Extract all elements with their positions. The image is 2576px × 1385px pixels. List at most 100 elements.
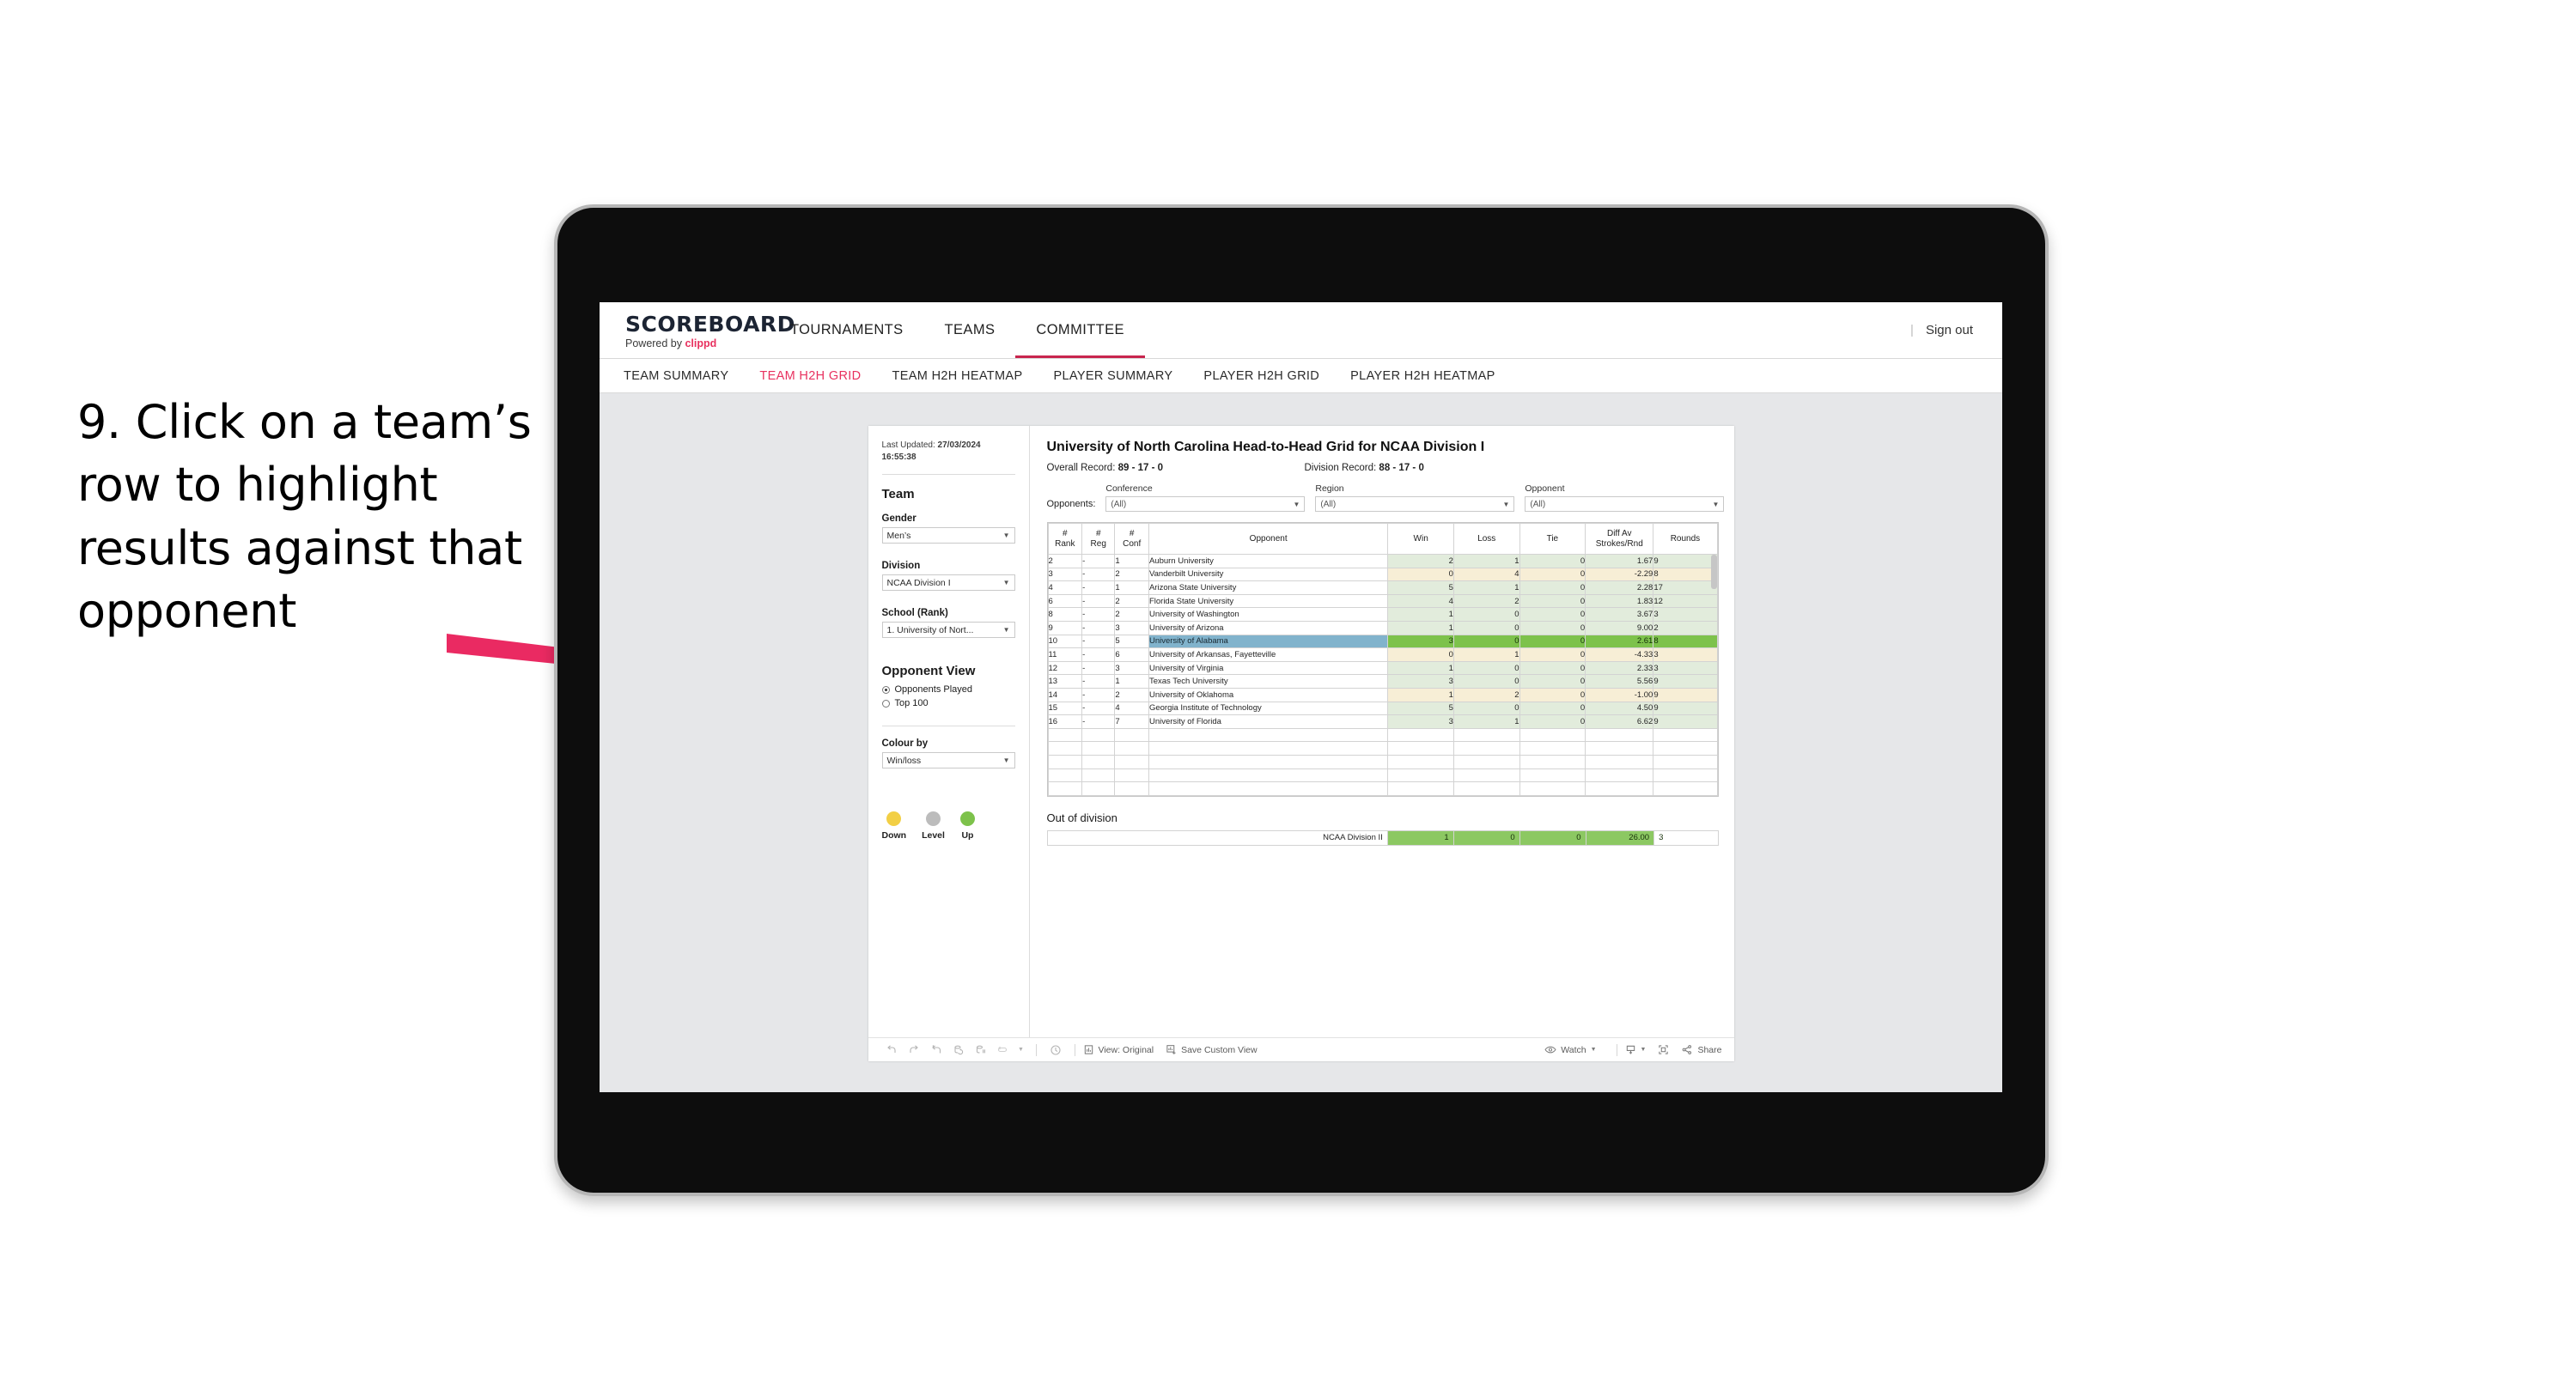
legend-label-down: Down bbox=[881, 830, 907, 841]
out-of-division-row[interactable]: NCAA Division II 1 0 0 26.00 3 bbox=[1046, 829, 1719, 846]
school-rank-select-value: 1. University of Nort... bbox=[886, 624, 974, 635]
table-row[interactable]: 9-3 University of Arizona 1 0 0 9.00 2 bbox=[1047, 620, 1718, 635]
division-select[interactable]: NCAA Division I ▼ bbox=[881, 574, 1015, 591]
cell-empty bbox=[1081, 727, 1116, 743]
legend-item-level: Level bbox=[922, 811, 945, 841]
cell-rank: 4 bbox=[1047, 580, 1083, 595]
table-row[interactable]: 12-3 University of Virginia 1 0 0 2.33 3 bbox=[1047, 660, 1718, 676]
col-opponent[interactable]: Opponent bbox=[1148, 523, 1389, 555]
cell-rounds: 9 bbox=[1653, 714, 1718, 729]
cell-rounds: 17 bbox=[1653, 580, 1718, 595]
pause-auto-update-icon[interactable] bbox=[992, 1044, 1014, 1056]
table-row-empty bbox=[1047, 727, 1718, 743]
gender-select[interactable]: Men’s ▼ bbox=[881, 527, 1015, 544]
table-row[interactable]: 16-7 University of Florida 3 1 0 6.62 9 bbox=[1047, 714, 1718, 729]
table-row[interactable]: 14-2 University of Oklahoma 1 2 0 -1.00 9 bbox=[1047, 687, 1718, 702]
legend-dot-down-icon bbox=[886, 811, 902, 826]
cell-opponent: Texas Tech University bbox=[1148, 674, 1389, 689]
cell-loss: 0 bbox=[1452, 620, 1520, 635]
refresh-data-icon[interactable] bbox=[947, 1044, 970, 1056]
school-rank-select[interactable]: 1. University of Nort... ▼ bbox=[881, 622, 1015, 638]
sign-out-link[interactable]: Sign out bbox=[1926, 323, 1973, 337]
cell-win: 5 bbox=[1387, 701, 1454, 716]
filter-conference-select[interactable]: (All) ▼ bbox=[1105, 496, 1306, 512]
chevron-down-icon[interactable]: ▼ bbox=[1014, 1047, 1028, 1053]
nav-tab-committee[interactable]: COMMITTEE bbox=[1015, 302, 1145, 358]
share-button[interactable]: Share bbox=[1681, 1044, 1722, 1055]
table-row[interactable]: 6-2 Florida State University 4 2 0 1.83 12 bbox=[1047, 593, 1718, 609]
subnav-player-h2h-heatmap[interactable]: PLAYER H2H HEATMAP bbox=[1350, 369, 1495, 383]
ood-loss: 0 bbox=[1452, 829, 1520, 846]
legend-label-level: Level bbox=[922, 830, 945, 841]
cell-opponent: University of Arkansas, Fayetteville bbox=[1148, 647, 1389, 662]
chevron-down-icon: ▼ bbox=[1002, 756, 1010, 764]
cell-opponent: University of Alabama bbox=[1148, 634, 1389, 649]
filter-region-select[interactable]: (All) ▼ bbox=[1315, 496, 1515, 512]
table-row[interactable]: 10-5 University of Alabama 3 0 0 2.61 8 bbox=[1047, 634, 1718, 649]
subnav-team-summary[interactable]: TEAM SUMMARY bbox=[624, 369, 728, 383]
nav-tab-tournaments[interactable]: TOURNAMENTS bbox=[770, 302, 924, 358]
colour-by-select[interactable]: Win/loss ▼ bbox=[881, 752, 1015, 768]
chevron-down-icon: ▼ bbox=[1293, 500, 1300, 508]
radio-opponents-played[interactable]: Opponents Played bbox=[881, 684, 1015, 695]
cell-empty bbox=[1114, 741, 1149, 756]
col-loss[interactable]: Loss bbox=[1452, 523, 1520, 555]
col-conf[interactable]: # Conf bbox=[1114, 523, 1149, 555]
subnav-player-h2h-grid[interactable]: PLAYER H2H GRID bbox=[1203, 369, 1319, 383]
brand-logo[interactable]: SCOREBOARD Powered by clippd bbox=[600, 302, 795, 358]
save-custom-view-button[interactable]: Save Custom View bbox=[1166, 1044, 1258, 1055]
cell-empty bbox=[1519, 768, 1586, 783]
table-row-empty bbox=[1047, 781, 1718, 796]
cell-tie: 0 bbox=[1519, 580, 1586, 595]
pause-clock-icon[interactable] bbox=[1044, 1044, 1067, 1056]
cell-empty bbox=[1081, 754, 1116, 769]
brand-subtitle-prefix: Powered by bbox=[625, 337, 685, 349]
cell-empty bbox=[1585, 741, 1654, 756]
table-row[interactable]: 13-1 Texas Tech University 3 0 0 5.56 9 bbox=[1047, 674, 1718, 689]
filter-opponent-select[interactable]: (All) ▼ bbox=[1525, 496, 1725, 512]
cell-empty bbox=[1452, 727, 1520, 743]
view-original-button[interactable]: View: Original bbox=[1083, 1044, 1154, 1055]
team-section-heading: Team bbox=[881, 487, 915, 501]
table-row[interactable]: 3-2 Vanderbilt University 0 4 0 -2.29 8 bbox=[1047, 567, 1718, 582]
undo-icon[interactable] bbox=[880, 1044, 903, 1056]
subnav-team-h2h-grid[interactable]: TEAM H2H GRID bbox=[759, 369, 861, 383]
cell-diff: 2.28 bbox=[1585, 580, 1654, 595]
col-diff[interactable]: Diff Av Strokes/Rnd bbox=[1585, 523, 1654, 555]
cell-empty bbox=[1081, 741, 1116, 756]
ood-rounds: 3 bbox=[1653, 829, 1719, 846]
col-win[interactable]: Win bbox=[1387, 523, 1454, 555]
radio-top-100[interactable]: Top 100 bbox=[881, 698, 1015, 708]
brand-title: SCOREBOARD bbox=[625, 311, 795, 337]
table-row[interactable]: 11-6 University of Arkansas, Fayetteville… bbox=[1047, 647, 1718, 662]
fullscreen-button[interactable] bbox=[1658, 1044, 1669, 1055]
subnav-team-h2h-heatmap[interactable]: TEAM H2H HEATMAP bbox=[892, 369, 1023, 383]
table-row-empty bbox=[1047, 741, 1718, 756]
revert-icon[interactable] bbox=[925, 1044, 947, 1056]
col-rank[interactable]: # Rank bbox=[1047, 523, 1083, 555]
subnav-player-summary[interactable]: PLAYER SUMMARY bbox=[1053, 369, 1172, 383]
cell-loss: 0 bbox=[1452, 701, 1520, 716]
watch-button[interactable]: Watch ▼ bbox=[1544, 1044, 1597, 1055]
col-tie[interactable]: Tie bbox=[1519, 523, 1586, 555]
col-reg[interactable]: # Reg bbox=[1081, 523, 1116, 555]
nav-tab-teams[interactable]: TEAMS bbox=[924, 302, 1016, 358]
redo-icon[interactable] bbox=[903, 1044, 925, 1056]
table-row[interactable]: 4-1 Arizona State University 5 1 0 2.28 17 bbox=[1047, 580, 1718, 595]
table-row[interactable]: 2-1 Auburn University 2 1 0 1.67 9 bbox=[1047, 554, 1718, 568]
pause-data-icon[interactable] bbox=[970, 1044, 992, 1056]
legend-dot-up-icon bbox=[959, 811, 975, 826]
grid-vertical-scrollbar[interactable] bbox=[1710, 555, 1717, 589]
grid-header: # Rank # Reg # Conf Opponent Win Loss Tie D… bbox=[1047, 523, 1718, 555]
table-row[interactable]: 8-2 University of Washington 1 0 0 3.67 3 bbox=[1047, 607, 1718, 622]
filter-opponent: Opponent (All) ▼ bbox=[1525, 483, 1725, 512]
cell-rounds: 9 bbox=[1653, 701, 1718, 716]
cell-tie: 0 bbox=[1519, 674, 1586, 689]
cell-rank: 14 bbox=[1047, 687, 1083, 702]
download-button[interactable]: ▼ bbox=[1625, 1044, 1646, 1055]
top-navigation-bar: SCOREBOARD Powered by clippd TOURNAMENTS… bbox=[600, 302, 2002, 359]
col-rounds[interactable]: Rounds bbox=[1653, 523, 1718, 555]
table-row[interactable]: 15-4 Georgia Institute of Technology 5 0 0 4.… bbox=[1047, 701, 1718, 716]
opponent-view-heading: Opponent View bbox=[881, 664, 976, 678]
filter-conference-label: Conference bbox=[1105, 483, 1153, 494]
